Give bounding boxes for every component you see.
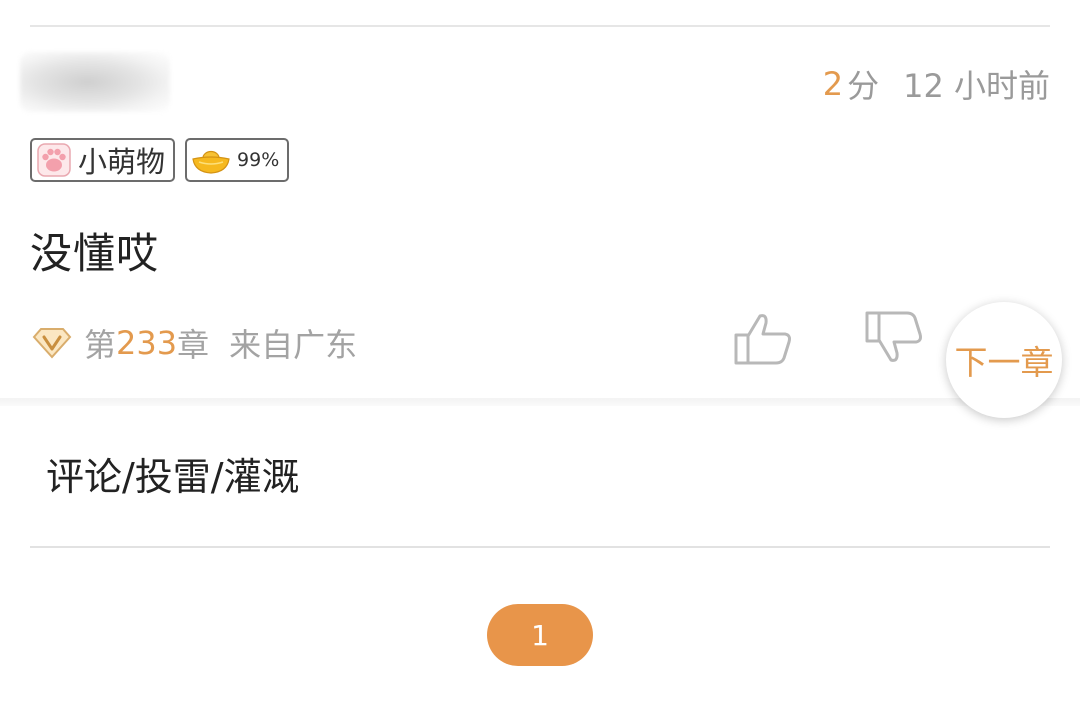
time-ago: 12 小时前	[903, 67, 1050, 105]
bottom-divider	[30, 546, 1050, 548]
top-divider	[30, 25, 1050, 27]
percent-badge[interactable]: 99%	[185, 138, 290, 182]
page-1-button[interactable]: 1	[487, 604, 593, 666]
blurred-username	[20, 52, 170, 112]
paw-icon	[37, 143, 71, 177]
chapter-number: 233	[116, 324, 178, 362]
section-separator	[0, 398, 1080, 406]
user-badges: 小萌物 99%	[30, 138, 290, 182]
comment-text: 没懂哎	[30, 229, 160, 278]
comment-vote-water-link[interactable]: 评论/投雷/灌溉	[46, 446, 300, 501]
badge-title: 小萌物	[78, 145, 166, 179]
score-unit: 分	[847, 67, 880, 105]
v-diamond-icon	[32, 328, 72, 359]
score-value: 2	[822, 65, 844, 103]
chapter-prefix: 第	[84, 326, 117, 364]
badge-percent: 99%	[237, 149, 280, 171]
comment-page: 2 分 12 小时前 小萌物 99% 没懂哎 第 233 章 来自广东 下一章 …	[0, 0, 1080, 720]
location: 来自广东	[229, 326, 358, 364]
gold-ingot-icon	[192, 150, 230, 174]
comment-info: 第 233 章 来自广东	[30, 318, 357, 368]
next-chapter-button[interactable]: 下一章	[946, 302, 1062, 418]
thumbs-up-icon[interactable]	[733, 310, 793, 366]
comment-meta: 2 分 12 小时前	[823, 62, 1050, 106]
title-badge[interactable]: 小萌物	[30, 138, 176, 182]
chapter-suffix: 章	[177, 326, 210, 364]
thumbs-down-icon[interactable]	[864, 310, 924, 366]
